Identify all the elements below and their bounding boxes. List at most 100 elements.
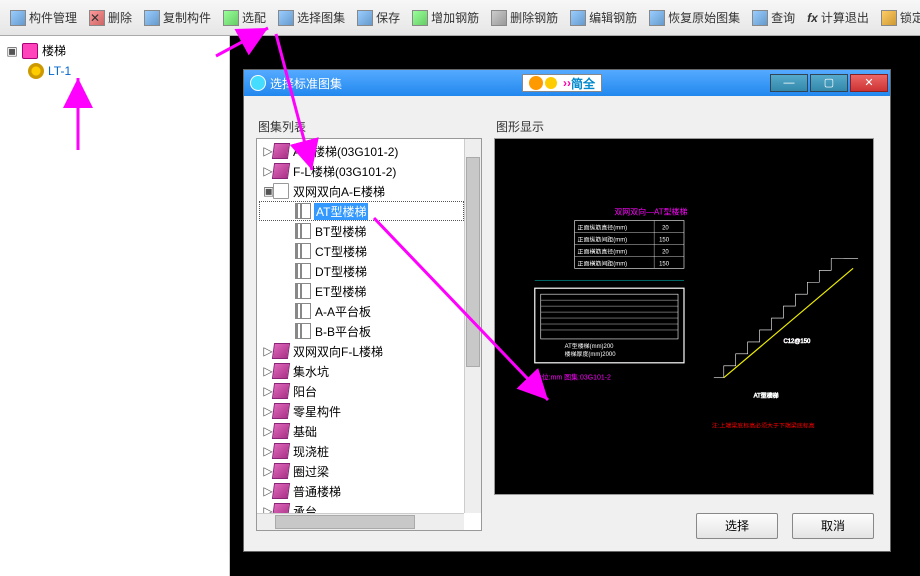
svg-text:AT型楼梯: AT型楼梯 bbox=[754, 392, 779, 400]
svg-text:正面纵筋间距(mm): 正面纵筋间距(mm) bbox=[578, 235, 628, 243]
tb-add-rebar[interactable]: 增加钢筋 bbox=[406, 7, 485, 28]
tree-item-label: CT型楼梯 bbox=[314, 243, 368, 260]
svg-text:正面纵筋直径(mm): 正面纵筋直径(mm) bbox=[578, 224, 628, 232]
tb-calc-exit[interactable]: fx计算退出 bbox=[801, 7, 875, 28]
book-icon bbox=[272, 343, 290, 359]
tb-del-rebar[interactable]: 删除钢筋 bbox=[485, 7, 564, 28]
tree-root-stair[interactable]: ▣ 楼梯 bbox=[6, 40, 223, 61]
app-icon bbox=[250, 75, 266, 91]
atlas-tree-item[interactable]: ▷基础 bbox=[259, 421, 464, 441]
book-icon bbox=[272, 503, 290, 513]
atlas-tree-item[interactable]: BT型楼梯 bbox=[259, 221, 464, 241]
tree-item-label: 双网双向F-L楼梯 bbox=[292, 343, 384, 360]
svg-text:150: 150 bbox=[659, 237, 670, 243]
horizontal-scrollbar[interactable] bbox=[257, 513, 464, 530]
atlas-tree[interactable]: ▷A-E楼梯(03G101-2)▷F-L楼梯(03G101-2)▣双网双向A-E… bbox=[257, 139, 464, 513]
svg-text:楼梯厚度(mm)2000: 楼梯厚度(mm)2000 bbox=[565, 350, 617, 358]
svg-text:AT型楼梯(mm)200: AT型楼梯(mm)200 bbox=[565, 342, 615, 350]
atlas-tree-item[interactable]: ▷F-L楼梯(03G101-2) bbox=[259, 161, 464, 181]
tb-choose-set[interactable]: 选择图集 bbox=[272, 7, 351, 28]
maximize-button[interactable]: ▢ bbox=[810, 74, 848, 92]
sun-icon bbox=[529, 76, 543, 90]
tree-item-label: DT型楼梯 bbox=[314, 263, 368, 280]
atlas-tree-item[interactable]: DT型楼梯 bbox=[259, 261, 464, 281]
tree-item-label: 零星构件 bbox=[292, 403, 342, 420]
atlas-tree-item[interactable]: ▷A-E楼梯(03G101-2) bbox=[259, 141, 464, 161]
ok-button[interactable]: 选择 bbox=[696, 513, 778, 539]
tb-edit-rebar[interactable]: 编辑钢筋 bbox=[564, 7, 643, 28]
atlas-tree-item[interactable]: ▷阳台 bbox=[259, 381, 464, 401]
svg-text:正面横筋直径(mm): 正面横筋直径(mm) bbox=[578, 247, 628, 255]
tree-root-label: 楼梯 bbox=[42, 42, 66, 59]
tree-item-lt1[interactable]: LT-1 bbox=[6, 61, 223, 81]
svg-text:C12@150: C12@150 bbox=[783, 339, 811, 345]
atlas-tree-item[interactable]: ▷普通楼梯 bbox=[259, 481, 464, 501]
stair-icon bbox=[22, 43, 38, 59]
tb-save[interactable]: 保存 bbox=[351, 7, 406, 28]
expander-icon[interactable]: ▷ bbox=[263, 504, 273, 513]
svg-text:正面横筋间距(mm): 正面横筋间距(mm) bbox=[578, 259, 628, 267]
tb-query[interactable]: 查询 bbox=[746, 7, 801, 28]
select-atlas-dialog: 选择标准图集 ›› 简全 ― ▢ ✕ 图集列表 图形显示 ▷A-E楼梯(03G1… bbox=[243, 69, 891, 552]
atlas-tree-item[interactable]: ▣双网双向A-E楼梯 bbox=[259, 181, 464, 201]
doc-icon bbox=[295, 263, 311, 279]
minimize-button[interactable]: ― bbox=[770, 74, 808, 92]
svg-text:150: 150 bbox=[659, 261, 670, 267]
vertical-scrollbar[interactable] bbox=[464, 139, 481, 513]
preview-panel-label: 图形显示 bbox=[496, 118, 544, 135]
tb-manage[interactable]: 构件管理 bbox=[4, 7, 83, 28]
cad-preview[interactable]: 双网双向—AT型楼梯 正面纵筋直径(mm)20 正面纵筋间距(mm)150 正面… bbox=[494, 138, 874, 495]
book-icon bbox=[272, 363, 290, 379]
tree-item-label: AT型楼梯 bbox=[314, 203, 368, 220]
book-icon bbox=[272, 163, 290, 179]
tree-item-label: 圈过梁 bbox=[292, 463, 330, 480]
book-icon bbox=[272, 403, 290, 419]
tree-item-label: 基础 bbox=[292, 423, 318, 440]
atlas-tree-item[interactable]: ▷双网双向F-L楼梯 bbox=[259, 341, 464, 361]
book-icon bbox=[272, 143, 290, 159]
tb-copy[interactable]: 复制构件 bbox=[138, 7, 217, 28]
tb-restore[interactable]: 恢复原始图集 bbox=[643, 7, 746, 28]
cancel-button[interactable]: 取消 bbox=[792, 513, 874, 539]
dialog-title: 选择标准图集 bbox=[270, 75, 342, 92]
atlas-tree-item[interactable]: AT型楼梯 bbox=[259, 201, 464, 221]
doc-icon bbox=[295, 243, 311, 259]
tb-delete[interactable]: ✕删除 bbox=[83, 7, 138, 28]
atlas-tree-item[interactable]: B-B平台板 bbox=[259, 321, 464, 341]
tree-item-label: ET型楼梯 bbox=[314, 283, 367, 300]
dialog-titlebar[interactable]: 选择标准图集 ›› 简全 ― ▢ ✕ bbox=[244, 70, 890, 96]
tree-item-label: BT型楼梯 bbox=[314, 223, 367, 240]
tree-item-label: 现浇桩 bbox=[292, 443, 330, 460]
book-icon bbox=[272, 383, 290, 399]
book-icon bbox=[272, 423, 290, 439]
brand-badge: ›› 简全 bbox=[522, 74, 602, 92]
atlas-tree-item[interactable]: CT型楼梯 bbox=[259, 241, 464, 261]
tree-item-label: 普通楼梯 bbox=[292, 483, 342, 500]
svg-text:20: 20 bbox=[662, 249, 669, 255]
atlas-tree-item[interactable]: ET型楼梯 bbox=[259, 281, 464, 301]
tb-select[interactable]: 选配 bbox=[217, 7, 272, 28]
atlas-tree-item[interactable]: ▷现浇桩 bbox=[259, 441, 464, 461]
atlas-tree-item[interactable]: ▷零星构件 bbox=[259, 401, 464, 421]
tree-item-label: 集水坑 bbox=[292, 363, 330, 380]
tb-lock-script[interactable]: 锁定脚本 bbox=[875, 7, 920, 28]
main-toolbar: 构件管理 ✕删除 复制构件 选配 选择图集 保存 增加钢筋 删除钢筋 编辑钢筋 … bbox=[0, 0, 920, 36]
atlas-tree-item[interactable]: ▷ 承台 bbox=[259, 501, 464, 513]
doc-icon bbox=[295, 303, 311, 319]
expander-icon[interactable]: ▣ bbox=[6, 44, 18, 58]
close-button[interactable]: ✕ bbox=[850, 74, 888, 92]
doc-icon bbox=[295, 203, 311, 219]
folder-icon bbox=[273, 183, 289, 199]
tree-item-label: A-A平台板 bbox=[314, 303, 372, 320]
svg-text:单位:mm 图集:03G101-2: 单位:mm 图集:03G101-2 bbox=[535, 373, 611, 382]
doc-icon bbox=[295, 223, 311, 239]
book-icon bbox=[272, 463, 290, 479]
atlas-tree-item[interactable]: ▷圈过梁 bbox=[259, 461, 464, 481]
tree-item-label: 承台 bbox=[292, 503, 318, 514]
atlas-tree-item[interactable]: A-A平台板 bbox=[259, 301, 464, 321]
tree-item-label: B-B平台板 bbox=[314, 323, 372, 340]
svg-text:注:上端梁底标高必须大于下端梁底标高: 注:上端梁底标高必须大于下端梁底标高 bbox=[712, 421, 815, 429]
atlas-tree-item[interactable]: ▷集水坑 bbox=[259, 361, 464, 381]
book-icon bbox=[272, 483, 290, 499]
expander-icon[interactable]: ▣ bbox=[263, 184, 273, 198]
